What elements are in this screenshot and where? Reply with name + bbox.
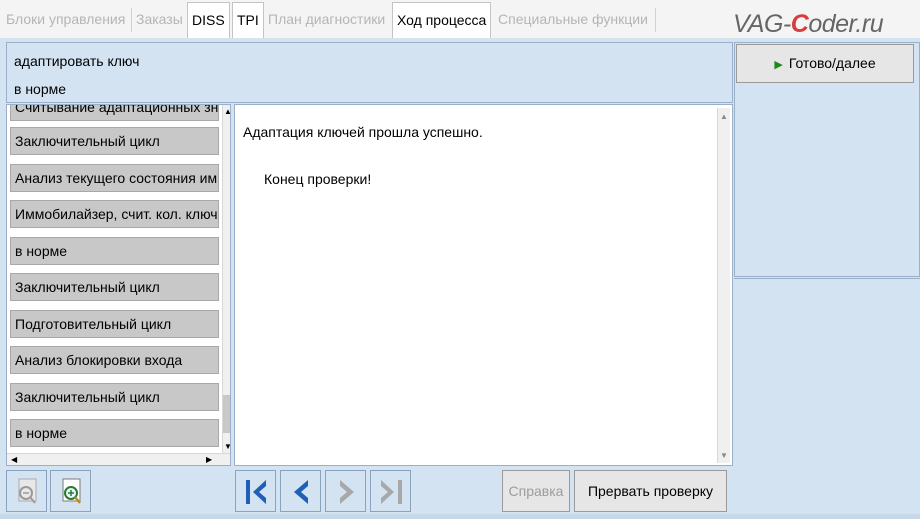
- list-item[interactable]: Заключительный цикл: [10, 273, 219, 301]
- tab-separator: [655, 8, 656, 32]
- scroll-left-arrow-icon[interactable]: ◀: [11, 456, 17, 464]
- list-horizontal-scrollbar[interactable]: [7, 453, 230, 465]
- message-area: Адаптация ключей прошла успешно. Конец п…: [234, 104, 733, 466]
- next-icon: [340, 480, 354, 504]
- list-scroll-thumb[interactable]: [223, 395, 230, 433]
- abort-test-button[interactable]: Прервать проверку: [574, 470, 727, 512]
- tab-process[interactable]: Ход процесса: [392, 2, 492, 38]
- play-triangle-icon: ▶: [774, 59, 783, 71]
- scroll-up-arrow-icon[interactable]: ▲: [720, 113, 728, 121]
- tab-special-functions[interactable]: Специальные функции: [494, 2, 652, 38]
- message-vertical-scrollbar[interactable]: [717, 108, 730, 463]
- message-adaptation-success: Адаптация ключей прошла успешно.: [243, 124, 483, 140]
- list-item[interactable]: Заключительный цикл: [10, 127, 219, 155]
- status-header: адаптировать ключ в норме: [6, 42, 733, 103]
- scroll-down-arrow-icon[interactable]: ▼: [224, 443, 230, 451]
- tab-tpi[interactable]: TPI: [232, 2, 264, 38]
- message-test-end: Конец проверки!: [264, 171, 372, 187]
- previous-step-button[interactable]: [280, 470, 321, 512]
- zoom-out-icon: [18, 478, 37, 504]
- tab-control-units[interactable]: Блоки управления: [2, 2, 129, 38]
- list-item[interactable]: Считывание адаптационных значений: [10, 105, 219, 121]
- list-item[interactable]: Подготовительный цикл: [10, 310, 219, 338]
- list-item[interactable]: в норме: [10, 237, 219, 265]
- step-list[interactable]: Считывание адаптационных значений Заключ…: [6, 104, 231, 466]
- done-next-button[interactable]: ▶ Готово/далее: [736, 44, 914, 83]
- scroll-right-arrow-icon[interactable]: ▶: [206, 456, 212, 464]
- help-button[interactable]: Справка: [502, 470, 570, 512]
- skip-last-icon: [381, 480, 402, 504]
- tab-bar: Блоки управления Заказы DISS TPI План ди…: [0, 0, 920, 38]
- list-item[interactable]: Иммобилайзер, счит. кол. ключей: [10, 200, 219, 228]
- scroll-down-arrow-icon[interactable]: ▼: [720, 452, 728, 460]
- tab-orders[interactable]: Заказы: [132, 2, 187, 38]
- scroll-up-arrow-icon[interactable]: ▲: [224, 108, 230, 116]
- previous-icon: [294, 480, 308, 504]
- next-step-button[interactable]: [325, 470, 366, 512]
- last-step-button[interactable]: [370, 470, 411, 512]
- zoom-in-button[interactable]: [50, 470, 91, 512]
- list-item[interactable]: Анализ текущего состояния иммобилайзера: [10, 164, 219, 192]
- list-item[interactable]: Заключительный цикл: [10, 383, 219, 411]
- right-panel-bottom: [734, 278, 920, 514]
- skip-first-icon: [246, 480, 266, 504]
- status-result: в норме: [14, 81, 67, 97]
- status-function: адаптировать ключ: [14, 53, 140, 69]
- zoom-in-icon: [62, 478, 81, 504]
- first-step-button[interactable]: [235, 470, 276, 512]
- zoom-out-button[interactable]: [6, 470, 47, 512]
- list-item[interactable]: в норме: [10, 419, 219, 447]
- list-item[interactable]: Анализ блокировки входа: [10, 346, 219, 374]
- site-logo: VAG-Coder.ru: [733, 10, 884, 38]
- tab-diss[interactable]: DISS: [187, 2, 230, 38]
- status-strip: [0, 514, 920, 519]
- tab-diagnostic-plan[interactable]: План диагностики: [264, 2, 389, 38]
